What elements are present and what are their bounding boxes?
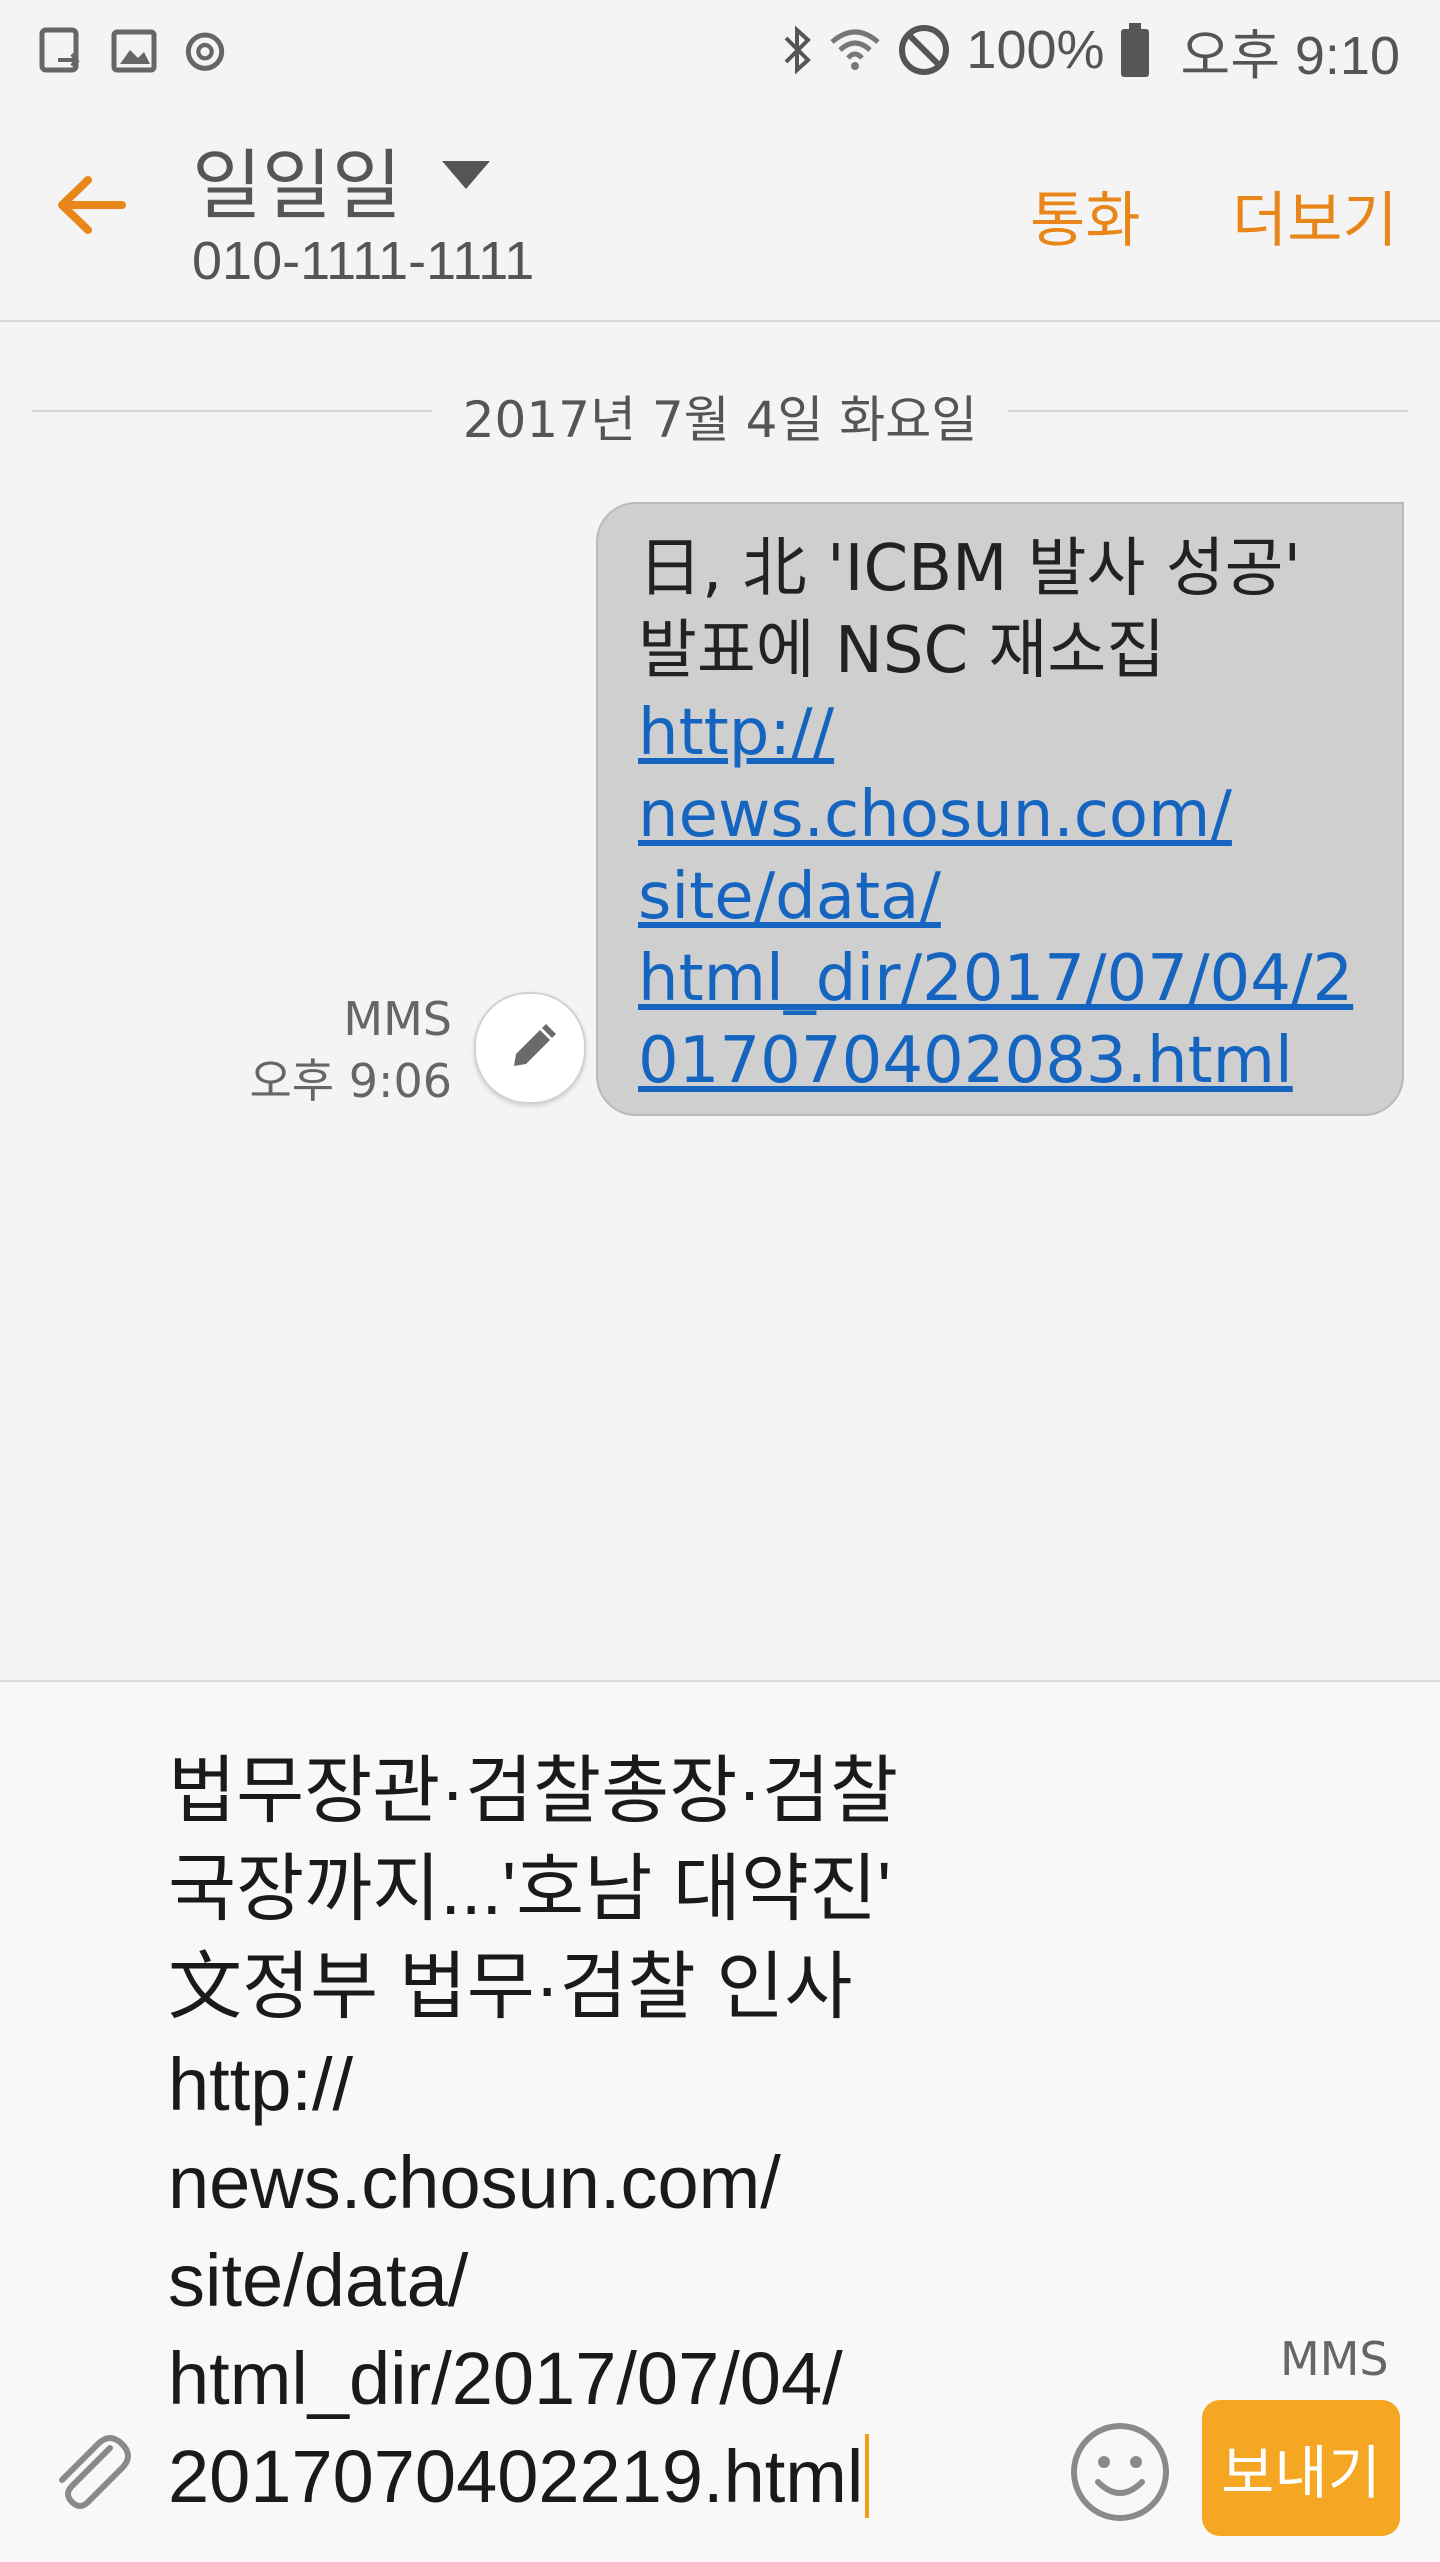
message-meta: MMS 오후 9:06 bbox=[190, 988, 452, 1112]
date-divider: 2017년 7월 4일 화요일 bbox=[32, 380, 1408, 449]
bluetooth-icon bbox=[784, 25, 812, 75]
send-button[interactable]: 보내기 bbox=[1202, 2400, 1400, 2536]
message-input[interactable]: 법무장관·검찰총장·검찰 국장까지...'호남 대약진' 文정부 법무·검찰 인… bbox=[168, 1742, 1048, 2526]
pencil-icon bbox=[514, 1024, 556, 1066]
do-not-disturb-icon bbox=[899, 25, 950, 75]
edit-message-button[interactable] bbox=[474, 992, 586, 1104]
message-composer: 법무장관·검찰총장·검찰 국장까지...'호남 대약진' 文정부 법무·검찰 인… bbox=[0, 1680, 1440, 2562]
contact-number: 010-1111-1111 bbox=[192, 231, 535, 291]
message-text-line: 日, 北 'ICBM 발사 성공' bbox=[638, 532, 1302, 606]
screen-share-icon bbox=[39, 27, 80, 73]
message-type: MMS bbox=[343, 992, 452, 1046]
message-link[interactable]: html_dir/2017/07/04/2 bbox=[638, 938, 1402, 1020]
message-link[interactable]: http:// bbox=[638, 692, 1402, 774]
divider-line-right bbox=[1008, 410, 1408, 412]
emoji-button[interactable] bbox=[1068, 2420, 1172, 2524]
message-link[interactable]: 017070402083.html bbox=[638, 1020, 1402, 1102]
gallery-icon bbox=[111, 29, 157, 73]
call-button[interactable]: 통화 bbox=[1030, 172, 1140, 259]
sync-icon bbox=[185, 32, 225, 71]
battery-icon bbox=[1120, 23, 1149, 77]
more-button[interactable]: 더보기 bbox=[1232, 172, 1398, 259]
message-link[interactable]: news.chosun.com/ bbox=[638, 774, 1402, 856]
date-label: 2017년 7월 4일 화요일 bbox=[462, 391, 978, 449]
dropdown-arrow-icon[interactable] bbox=[438, 155, 494, 195]
attach-button[interactable] bbox=[40, 2422, 140, 2522]
status-bar: 100% 오후 9:10 bbox=[0, 0, 1440, 100]
message-bubble[interactable]: 日, 北 'ICBM 발사 성공' 발표에 NSC 재소집 http:// ne… bbox=[596, 502, 1404, 1116]
battery-percent: 100% bbox=[966, 20, 1105, 80]
text-cursor bbox=[865, 2434, 870, 2518]
message-input-text: 법무장관·검찰총장·검찰 국장까지...'호남 대약진' 文정부 법무·검찰 인… bbox=[168, 1749, 899, 2518]
wifi-icon bbox=[830, 29, 881, 70]
message-link[interactable]: site/data/ bbox=[638, 856, 1402, 938]
conversation-header: 일일일 010-1111-1111 통화 더보기 bbox=[0, 100, 1440, 322]
back-button[interactable] bbox=[50, 160, 140, 250]
status-right: 100% 오후 9:10 bbox=[780, 10, 1400, 90]
clock: 오후 9:10 bbox=[1180, 25, 1400, 86]
contact-name[interactable]: 일일일 bbox=[192, 124, 402, 234]
message-time: 오후 9:06 bbox=[249, 1054, 452, 1108]
mms-label: MMS bbox=[1280, 2332, 1389, 2386]
message-text-line: 발표에 NSC 재소집 bbox=[638, 614, 1166, 688]
